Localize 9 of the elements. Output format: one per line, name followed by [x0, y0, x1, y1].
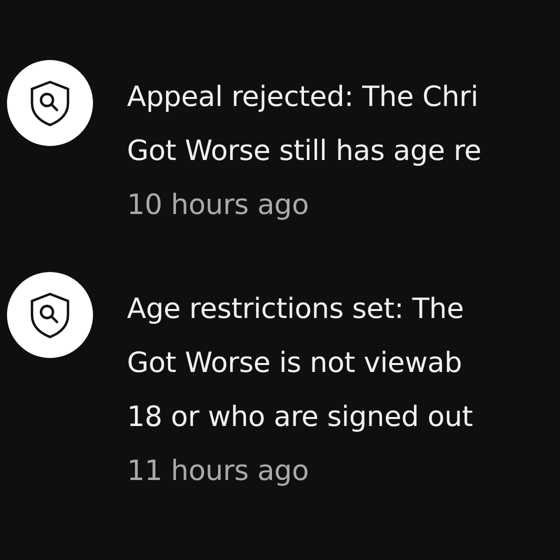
notification-text: Got Worse still has age re	[127, 133, 482, 169]
notification-text: Appeal rejected: The Chri	[127, 79, 480, 115]
notification-text: Age restrictions set: The	[127, 291, 465, 327]
notification-text: 18 or who are signed out	[127, 399, 473, 435]
notification-text: Got Worse is not viewab	[127, 345, 463, 381]
shield-search-icon	[30, 80, 70, 126]
notification-time: 11 hours ago	[127, 453, 310, 489]
notification-time: 10 hours ago	[127, 187, 310, 223]
shield-search-icon	[30, 292, 70, 338]
